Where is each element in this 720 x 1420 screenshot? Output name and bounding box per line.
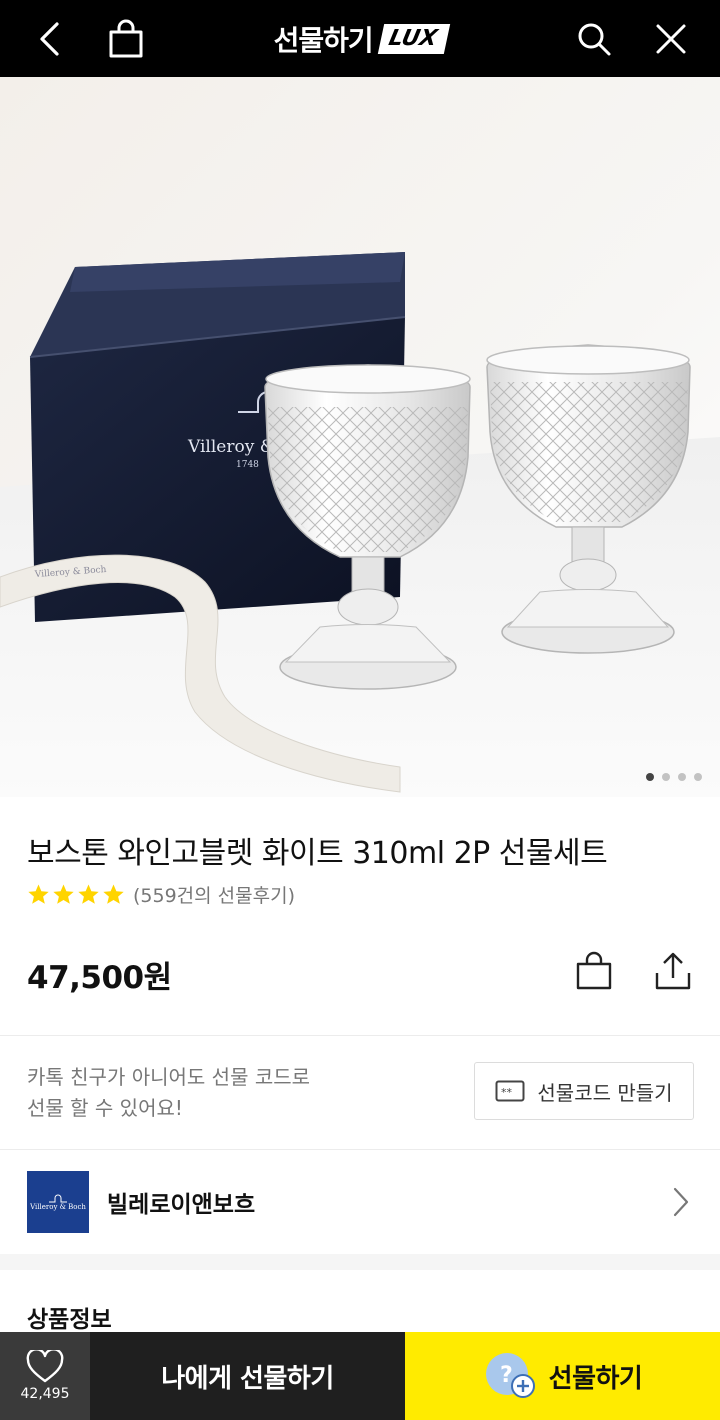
wish-button[interactable]: 42,495: [0, 1332, 90, 1420]
product-rating[interactable]: (559건의 선물후기): [27, 881, 295, 908]
chevron-right-icon: [673, 1187, 689, 1217]
gift-code-desc-line1: 카톡 친구가 아니어도 선물 코드로: [27, 1065, 311, 1089]
chevron-left-icon: [40, 21, 59, 56]
wish-count: 42,495: [20, 1386, 70, 1402]
brand-name: 빌레로이앤보흐: [107, 1192, 256, 1218]
product-photo: Villeroy & Boch 1748 Villeroy & Boch: [0, 77, 720, 797]
gift-code-icon: **: [495, 1080, 525, 1102]
product-price: 47,500원: [27, 960, 172, 996]
close-button[interactable]: [641, 0, 701, 77]
brand-logo-text: Villeroy & Boch: [30, 1203, 86, 1211]
create-gift-code-button[interactable]: ** 선물코드 만들기: [474, 1062, 694, 1120]
shopping-bag-icon: [109, 19, 143, 57]
brand-link-row[interactable]: Villeroy & Boch 빌레로이앤보흐: [0, 1150, 720, 1254]
box-year-text: 1748: [236, 460, 259, 470]
lux-badge: LUX: [377, 23, 450, 54]
gift-to-self-label: 나에게 선물하기: [161, 1363, 334, 1394]
review-count-link[interactable]: (559건의 선물후기): [133, 881, 295, 908]
carousel-dot[interactable]: [678, 773, 686, 781]
close-icon: [656, 24, 686, 53]
shopping-bag-icon: [576, 951, 612, 990]
star-icon: [103, 884, 124, 904]
carousel-indicator: [646, 773, 702, 781]
svg-text:?: ?: [500, 1363, 512, 1388]
product-image-carousel[interactable]: Villeroy & Boch 1748 Villeroy & Boch: [0, 77, 720, 797]
add-to-cart-button[interactable]: [569, 946, 619, 996]
add-friend-icon: ?: [485, 1353, 535, 1398]
gift-code-description: 카톡 친구가 아니어도 선물 코드로 선물 할 수 있어요!: [27, 1062, 310, 1124]
gift-to-self-button[interactable]: 나에게 선물하기: [90, 1332, 405, 1420]
search-button[interactable]: [564, 0, 624, 77]
app-title: 선물하기: [273, 23, 374, 57]
top-bar: 선물하기 LUX: [0, 0, 720, 77]
share-icon: [655, 952, 691, 990]
create-gift-code-label: 선물코드 만들기: [537, 1080, 673, 1105]
section-gap: [0, 1254, 720, 1270]
brand-logo: Villeroy & Boch: [27, 1171, 89, 1233]
heart-icon: [26, 1350, 64, 1383]
brand-logo-mark: [49, 1194, 67, 1203]
bottom-action-bar: 42,495 나에게 선물하기 ? 선물하기: [0, 1332, 720, 1420]
gift-code-desc-line2: 선물 할 수 있어요!: [27, 1096, 183, 1120]
search-icon: [578, 23, 611, 55]
svg-text:**: **: [501, 1086, 513, 1099]
gift-button[interactable]: ? 선물하기: [405, 1332, 720, 1420]
product-info-heading: 상품정보: [27, 1307, 112, 1333]
back-button[interactable]: [19, 0, 79, 77]
gift-label: 선물하기: [548, 1363, 643, 1394]
star-icon: [78, 884, 99, 904]
carousel-dot-active[interactable]: [646, 773, 654, 781]
cart-button[interactable]: [96, 0, 156, 77]
star-icon: [28, 884, 49, 904]
carousel-dot[interactable]: [662, 773, 670, 781]
divider: [0, 1035, 720, 1036]
product-title: 보스톤 와인고블렛 화이트 310ml 2P 선물세트: [27, 836, 608, 871]
star-icon: [53, 884, 74, 904]
share-button[interactable]: [648, 946, 698, 996]
carousel-dot[interactable]: [694, 773, 702, 781]
